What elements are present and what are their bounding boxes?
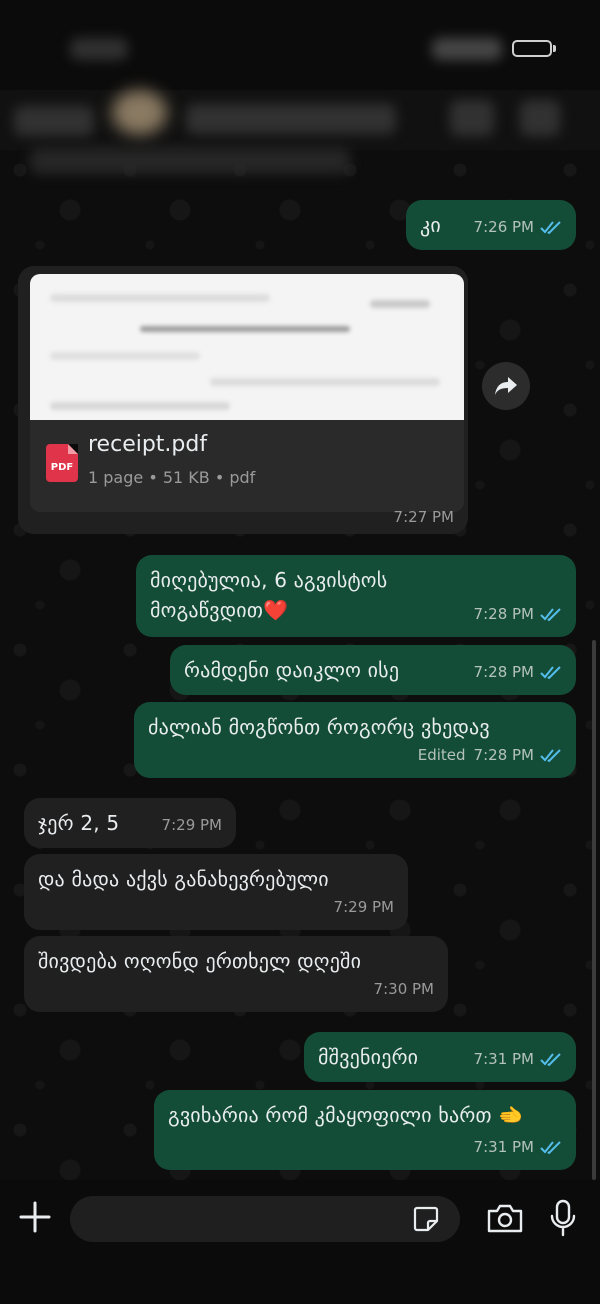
read-ticks-icon	[540, 749, 561, 762]
message-meta: 7:29 PM	[162, 810, 222, 840]
message-outgoing[interactable]: ძალიან მოგწონთ როგორც ვხედავ Edited 7:28…	[134, 702, 576, 778]
message-outgoing[interactable]: მშვენიერი 7:31 PM	[304, 1032, 576, 1082]
message-time: 7:28 PM	[473, 746, 534, 764]
message-incoming[interactable]: ჯერ 2, 5 7:29 PM	[24, 798, 236, 848]
message-incoming[interactable]: შივდება ოღონდ ერთხელ დღეში 7:30 PM	[24, 936, 448, 1012]
message-time: 7:28 PM	[473, 605, 534, 623]
message-meta: 7:27 PM	[394, 508, 454, 526]
scrollbar[interactable]	[592, 640, 596, 1180]
message-outgoing[interactable]: კი 7:26 PM	[406, 200, 576, 250]
read-ticks-icon	[540, 1053, 561, 1066]
message-time: 7:26 PM	[473, 218, 534, 236]
battery-tip	[553, 45, 556, 52]
battery-icon	[512, 40, 552, 57]
message-text: შივდება ოღონდ ერთხელ დღეში	[38, 949, 362, 973]
avatar[interactable]	[112, 90, 167, 135]
read-ticks-icon	[540, 666, 561, 679]
edited-label: Edited	[417, 746, 466, 764]
message-time: 7:29 PM	[161, 816, 222, 834]
message-meta: 7:31 PM	[474, 1044, 562, 1074]
message-meta: 7:29 PM	[334, 892, 394, 922]
document-message[interactable]: PDF receipt.pdf 1 page • 51 KB • pdf 7:2…	[18, 266, 468, 534]
message-text: და მადა აქვს განახევრებული	[38, 867, 329, 891]
read-ticks-icon	[540, 608, 561, 621]
forward-button[interactable]	[482, 362, 530, 410]
message-meta: 7:30 PM	[374, 974, 434, 1004]
message-time: 7:31 PM	[473, 1138, 534, 1156]
document-details: 1 page • 51 KB • pdf	[88, 468, 256, 487]
message-text: გვიხარია რომ კმაყოფილი ხართ 🫲	[168, 1103, 524, 1127]
message-meta: 7:28 PM	[474, 599, 562, 629]
message-input[interactable]	[70, 1196, 460, 1242]
video-call-icon[interactable]	[450, 100, 494, 136]
message-time: 7:27 PM	[393, 508, 454, 526]
message-time: 7:29 PM	[333, 898, 394, 916]
forward-icon	[495, 377, 517, 395]
document-file-name: receipt.pdf	[88, 432, 208, 457]
message-outgoing[interactable]: გვიხარია რომ კმაყოფილი ხართ 🫲 7:31 PM	[154, 1090, 576, 1170]
message-time: 7:31 PM	[473, 1050, 534, 1068]
sticker-icon[interactable]	[412, 1205, 440, 1233]
message-incoming[interactable]: და მადა აქვს განახევრებული 7:29 PM	[24, 854, 408, 930]
message-outgoing[interactable]: მიღებულია, 6 აგვისტოს მოგაწვდით❤️ 7:28 P…	[136, 555, 576, 637]
contact-name-blurred	[186, 104, 396, 134]
status-bar	[0, 0, 600, 90]
camera-icon[interactable]	[486, 1202, 524, 1234]
previous-message-blurred	[30, 148, 350, 174]
message-meta: Edited 7:28 PM	[418, 740, 562, 770]
status-time-blurred	[70, 38, 128, 60]
chat-header[interactable]	[0, 90, 600, 150]
message-meta: 7:28 PM	[474, 657, 562, 687]
message-text: ძალიან მოგწონთ როგორც ვხედავ	[148, 715, 490, 739]
message-time: 7:28 PM	[473, 663, 534, 681]
call-icon[interactable]	[520, 100, 560, 136]
message-time: 7:30 PM	[373, 980, 434, 998]
back-button-blurred[interactable]	[14, 106, 94, 136]
document-info[interactable]: PDF receipt.pdf 1 page • 51 KB • pdf	[30, 420, 464, 512]
message-text: მიღებულია, 6 აგვისტოს მოგაწვდით❤️	[150, 568, 388, 622]
message-meta: 7:26 PM	[474, 212, 562, 242]
microphone-icon[interactable]	[548, 1198, 578, 1238]
message-outgoing[interactable]: რამდენი დაიკლო ისე 7:28 PM	[170, 645, 576, 695]
document-preview[interactable]	[30, 274, 464, 420]
read-ticks-icon	[540, 221, 561, 234]
read-ticks-icon	[540, 1141, 561, 1154]
pdf-file-icon: PDF	[46, 444, 78, 482]
message-meta: 7:31 PM	[474, 1132, 562, 1162]
status-icons-blurred	[432, 38, 502, 60]
plus-icon[interactable]	[18, 1200, 52, 1234]
